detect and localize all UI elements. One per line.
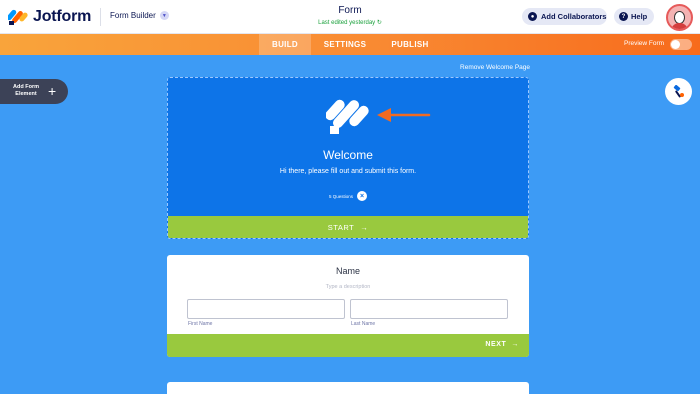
toggle-knob [671,40,680,49]
avatar-body [671,23,688,29]
preview-form-toggle[interactable] [670,39,692,50]
last-name-label: Last Name [351,321,376,327]
tab-settings[interactable]: SETTINGS [316,34,374,55]
preview-form-label: Preview Form [624,40,665,47]
user-add-icon: ● [528,12,537,21]
remove-welcome-page-link[interactable]: Remove Welcome Page [440,64,530,71]
next-field-card[interactable] [167,382,529,394]
avatar[interactable] [666,4,693,31]
welcome-subtitle[interactable]: Hi there, please fill out and submit thi… [168,168,528,175]
add-collaborators-label: Add Collaborators [541,12,607,21]
last-edited-status: Last edited yesterday ↻ [280,19,420,26]
tab-publish[interactable]: PUBLISH [384,34,436,55]
start-label: START [327,222,355,232]
next-bar: NEXT → [167,334,529,357]
header-divider [100,8,101,26]
welcome-title[interactable]: Welcome [168,148,528,162]
first-name-label: First Name [188,321,213,327]
plus-icon: + [48,83,57,99]
help-label: Help [631,12,648,21]
add-collaborators-button[interactable]: ● Add Collaborators [522,8,607,25]
start-button[interactable]: START → [168,216,528,238]
name-field-card[interactable]: Name Type a description First Name Last … [167,255,529,357]
name-field-title[interactable]: Name [167,266,529,276]
close-icon[interactable]: × [357,191,367,201]
top-header: Jotform Form Builder ▼ Form Last edited … [0,0,700,34]
builder-nav: BUILD SETTINGS PUBLISH Preview Form [0,34,700,55]
arrow-right-icon: → [511,341,519,348]
chevron-down-icon: ▼ [159,11,169,20]
add-form-element-label: Add Form Element [13,84,39,97]
refresh-icon: ↻ [376,20,382,26]
questions-count: 5 Questions [328,193,353,199]
paint-roller-icon [673,84,684,97]
last-edited-text: Last edited yesterday [318,20,376,26]
questions-count-row: 5 Questions × [168,191,528,201]
jotform-logo[interactable]: Jotform [8,8,91,26]
jotform-logo-icon [8,9,28,25]
question-icon: ? [619,12,628,21]
brand-name: Jotform [33,8,92,25]
form-logo-icon [326,99,369,134]
welcome-page-card[interactable]: Welcome Hi there, please fill out and su… [167,77,529,239]
arrow-right-icon: → [360,222,369,232]
form-title[interactable]: Form [300,5,400,16]
form-builder-dropdown[interactable]: Form Builder ▼ [110,11,169,20]
form-designer-button[interactable] [665,78,692,105]
form-builder-label: Form Builder [110,11,156,20]
next-button[interactable]: NEXT → [485,341,519,348]
help-button[interactable]: ? Help [614,8,654,25]
first-name-input[interactable] [187,299,345,319]
tab-build[interactable]: BUILD [259,34,311,55]
next-label: NEXT [485,341,507,348]
add-form-element-button[interactable]: Add Form Element + [0,79,68,104]
annotation-arrow-icon [377,108,431,122]
last-name-input[interactable] [350,299,508,319]
name-description-placeholder[interactable]: Type a description [167,284,529,290]
